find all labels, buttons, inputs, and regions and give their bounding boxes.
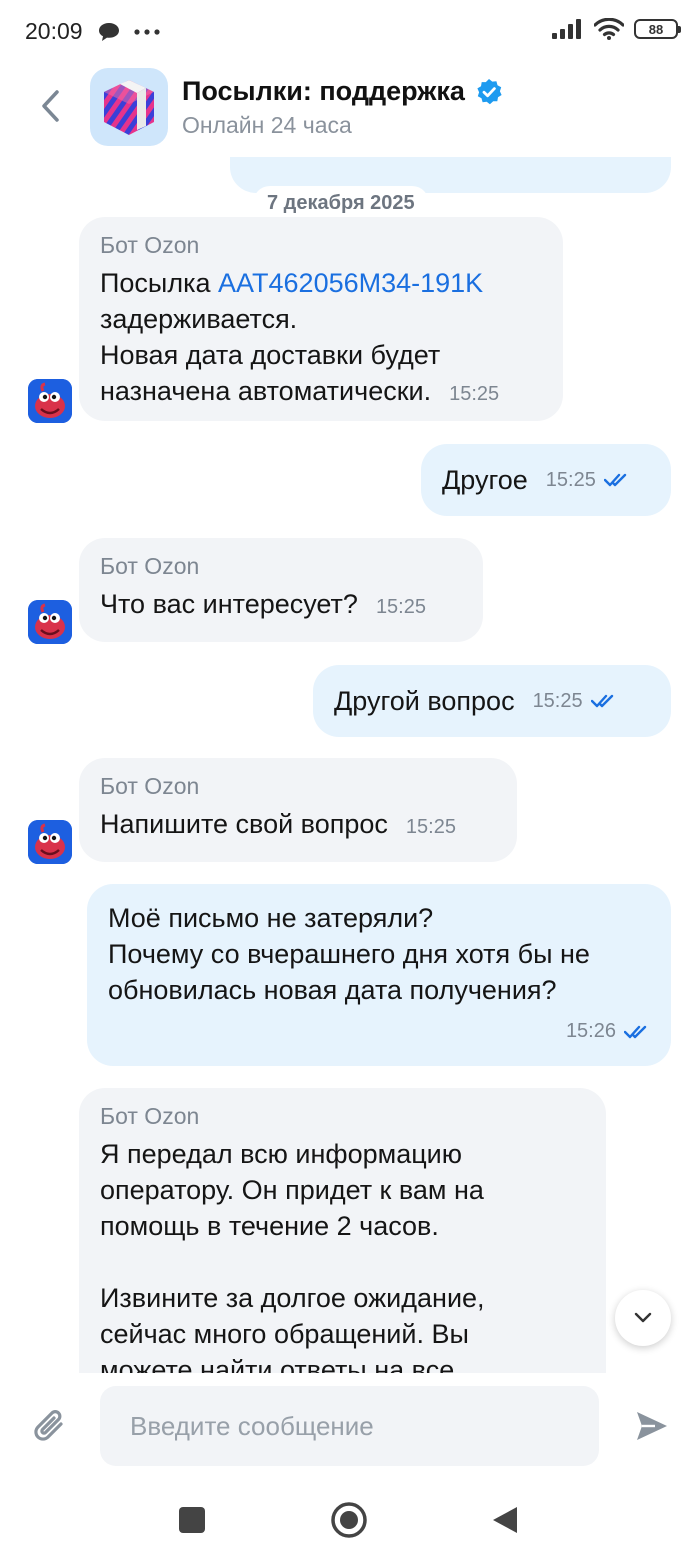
- message-time: 15:25: [405, 816, 456, 838]
- chat-message-list[interactable]: 7 декабря 2025 Бот Ozon Посылка AAT46205…: [0, 157, 700, 1373]
- channel-avatar[interactable]: [90, 68, 168, 146]
- message-bubble-outgoing: Другой вопрос 15:25: [313, 665, 671, 737]
- message-text: Посылка AAT462056M34-191K задерживается. …: [100, 265, 542, 412]
- status-notification-icons: [98, 22, 160, 42]
- tracking-number-link[interactable]: AAT462056M34-191K: [218, 268, 483, 298]
- message-text: Напишите свой вопрос 15:25: [100, 806, 496, 845]
- triangle-back-icon: [493, 1507, 517, 1533]
- message-text-part: Посылка: [100, 268, 219, 298]
- message-time: 15:25: [545, 468, 596, 491]
- message-text: Моё письмо не затеряли? Почему со вчераш…: [108, 903, 590, 1005]
- bot-avatar[interactable]: [28, 600, 72, 644]
- back-button[interactable]: [32, 84, 68, 128]
- back-nav-button[interactable]: [483, 1498, 527, 1542]
- send-button[interactable]: [630, 1406, 674, 1446]
- message-sender: Бот Ozon: [100, 232, 200, 258]
- message-text-part: задерживается. Новая дата доставки будет…: [100, 304, 441, 406]
- square-icon: [179, 1507, 205, 1533]
- message-text-part: Напишите свой вопрос: [100, 809, 388, 839]
- message-bubble-outgoing: Другое 15:25: [421, 444, 671, 516]
- message-meta: 15:26: [108, 1020, 650, 1043]
- message-meta: 15:25: [533, 690, 617, 713]
- chevron-left-icon: [42, 90, 59, 122]
- message-time: 15:25: [375, 596, 426, 618]
- double-check-icon: [624, 1025, 647, 1038]
- message-input[interactable]: [100, 1386, 599, 1466]
- message-text: Что вас интересует? 15:25: [100, 586, 462, 625]
- message-sender: Бот Ozon: [100, 553, 200, 579]
- message-composer: [0, 1373, 700, 1478]
- message-bubble-incoming: Бот Ozon Напишите свой вопрос 15:25: [79, 758, 517, 862]
- wifi-icon: [594, 18, 624, 40]
- parcel-box-icon: [104, 80, 154, 135]
- message-bubble-outgoing: Моё письмо не затеряли? Почему со вчераш…: [87, 884, 671, 1066]
- message-text: Я передал всю информацию оператору. Он п…: [100, 1139, 485, 1373]
- message-bubble-incoming: Бот Ozon Посылка AAT462056M34-191K задерж…: [79, 217, 563, 421]
- paperclip-icon: [34, 1410, 63, 1441]
- bot-mascot-icon: [28, 600, 72, 644]
- battery-indicator: 88: [634, 19, 681, 39]
- chat-header: Посылки: поддержка Онлайн 24 часа: [0, 62, 700, 157]
- attach-button[interactable]: [30, 1406, 70, 1446]
- home-button[interactable]: [327, 1498, 371, 1542]
- system-navigation-bar: [0, 1478, 700, 1561]
- date-separator: 7 декабря 2025: [253, 186, 429, 220]
- scroll-to-bottom-button[interactable]: [615, 1290, 671, 1346]
- status-right-icons: 88: [552, 18, 681, 40]
- chat-bubble-icon: [99, 23, 119, 41]
- message-text-part: Что вас интересует?: [100, 589, 358, 619]
- message-text: Другой вопрос: [334, 686, 515, 716]
- more-dots-icon: [134, 29, 160, 35]
- channel-title: Посылки: поддержка: [182, 76, 503, 107]
- bot-mascot-icon: [28, 820, 72, 864]
- verified-badge-icon: [477, 78, 502, 104]
- battery-level: 88: [648, 21, 664, 37]
- signal-icon: [552, 19, 581, 39]
- message-meta: 15:25: [546, 469, 630, 492]
- message-time: 15:26: [565, 1020, 616, 1042]
- status-bar: 20:09 88: [0, 0, 700, 62]
- status-time: 20:09: [25, 18, 83, 44]
- message-bubble-incoming: Бот Ozon Я передал всю информацию операт…: [79, 1088, 606, 1373]
- message-sender: Бот Ozon: [100, 773, 200, 799]
- send-icon: [637, 1412, 667, 1440]
- circle-icon: [331, 1502, 367, 1538]
- chevron-down-icon: [634, 1312, 652, 1323]
- double-check-icon: [603, 473, 627, 487]
- bot-avatar[interactable]: [28, 379, 72, 423]
- bot-mascot-icon: [28, 379, 72, 423]
- recents-button[interactable]: [170, 1498, 214, 1542]
- message-text: Другое: [442, 465, 528, 495]
- message-sender: Бот Ozon: [100, 1103, 200, 1129]
- channel-status: Онлайн 24 часа: [182, 112, 352, 138]
- bot-avatar[interactable]: [28, 820, 72, 864]
- double-check-icon: [590, 694, 613, 708]
- channel-title-text: Посылки: поддержка: [182, 76, 465, 106]
- message-bubble-incoming: Бот Ozon Что вас интересует? 15:25: [79, 538, 483, 642]
- message-time: 15:25: [449, 383, 500, 405]
- message-time: 15:25: [532, 689, 583, 712]
